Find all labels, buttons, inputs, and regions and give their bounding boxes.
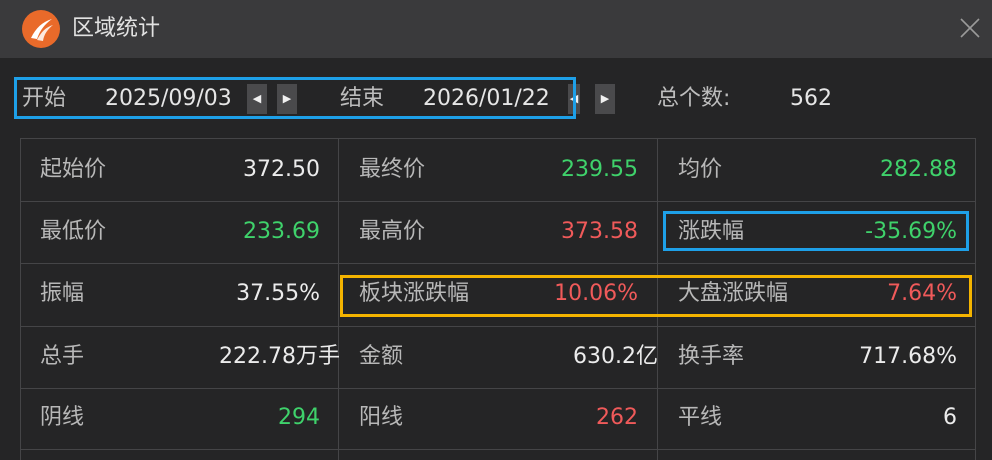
- stat-value-end-price: 239.55: [561, 157, 638, 182]
- count-label: 总个数:: [657, 86, 731, 111]
- grid-divider: [20, 138, 21, 460]
- stat-label-amount: 金额: [359, 344, 404, 369]
- sector-market-highlight: [340, 275, 972, 317]
- stat-value-turnover-rate: 717.68%: [859, 344, 957, 369]
- stat-label-start-price: 起始价: [40, 157, 107, 182]
- close-icon[interactable]: [958, 16, 982, 40]
- grid-divider: [20, 326, 976, 327]
- date-range-highlight: [14, 77, 576, 119]
- stat-value-start-price: 372.50: [243, 157, 320, 182]
- grid-divider: [975, 138, 976, 460]
- count-value: 562: [790, 86, 832, 111]
- stat-label-flat-candles: 平线: [678, 405, 723, 430]
- stat-label-up-candles: 阳线: [359, 405, 404, 430]
- grid-divider: [20, 201, 976, 202]
- app-logo-icon: [22, 10, 60, 48]
- grid-divider: [338, 138, 339, 460]
- change-pct-highlight: [663, 211, 969, 251]
- stat-label-amplitude: 振幅: [40, 281, 85, 306]
- stat-value-amplitude: 37.55%: [236, 281, 320, 306]
- stat-value-high-price: 373.58: [561, 219, 638, 244]
- stat-label-down-candles: 阴线: [40, 405, 85, 430]
- stat-value-down-candles: 294: [278, 405, 320, 430]
- stat-value-avg-price: 282.88: [880, 157, 957, 182]
- stat-label-high-price: 最高价: [359, 219, 426, 244]
- grid-divider: [20, 449, 976, 450]
- window-title: 区域统计: [72, 16, 161, 41]
- stat-value-up-candles: 262: [596, 405, 638, 430]
- stat-value-amount: 630.2亿: [573, 344, 658, 369]
- grid-divider: [20, 263, 976, 264]
- grid-divider: [20, 138, 976, 139]
- stat-label-end-price: 最终价: [359, 157, 426, 182]
- stat-label-avg-price: 均价: [678, 157, 723, 182]
- stat-value-total-volume: 222.78万手: [219, 344, 340, 369]
- grid-divider: [20, 388, 976, 389]
- stat-label-low-price: 最低价: [40, 219, 107, 244]
- stat-value-low-price: 233.69: [243, 219, 320, 244]
- stat-label-total-volume: 总手: [40, 344, 85, 369]
- title-bar: 区域统计: [0, 0, 992, 58]
- stat-label-turnover-rate: 换手率: [678, 344, 745, 369]
- end-next-arrow-icon[interactable]: ▶: [595, 84, 615, 114]
- stat-value-flat-candles: 6: [943, 405, 957, 430]
